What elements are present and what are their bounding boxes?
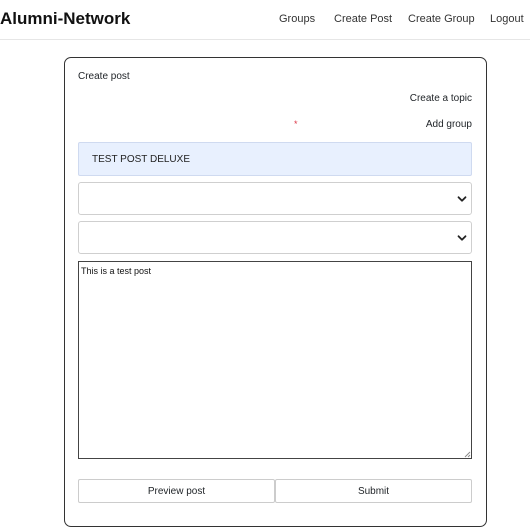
post-body-textarea[interactable]: This is a test post — [78, 261, 472, 459]
nav-link-create-group[interactable]: Create Group — [408, 13, 475, 25]
post-title-input[interactable] — [78, 142, 472, 176]
chevron-down-icon — [457, 196, 467, 202]
nav-link-create-post[interactable]: Create Post — [334, 13, 392, 25]
chevron-down-icon — [457, 235, 467, 241]
add-group-link[interactable]: Add group — [426, 119, 472, 130]
brand-logo[interactable]: Alumni-Network — [0, 9, 130, 29]
group-select[interactable] — [78, 221, 472, 254]
navbar: Alumni-Network Groups Create Post Create… — [0, 0, 530, 40]
nav-link-logout[interactable]: Logout — [490, 13, 524, 25]
preview-post-button[interactable]: Preview post — [78, 479, 275, 503]
card-title: Create post — [78, 71, 130, 82]
create-topic-link[interactable]: Create a topic — [410, 93, 472, 104]
nav-link-groups[interactable]: Groups — [279, 13, 315, 25]
resize-grip-icon[interactable] — [463, 450, 471, 458]
create-post-card: Create post Create a topic * Add group T… — [64, 57, 487, 527]
required-marker: * — [294, 119, 298, 129]
topic-select[interactable] — [78, 182, 472, 215]
submit-button[interactable]: Submit — [275, 479, 472, 503]
